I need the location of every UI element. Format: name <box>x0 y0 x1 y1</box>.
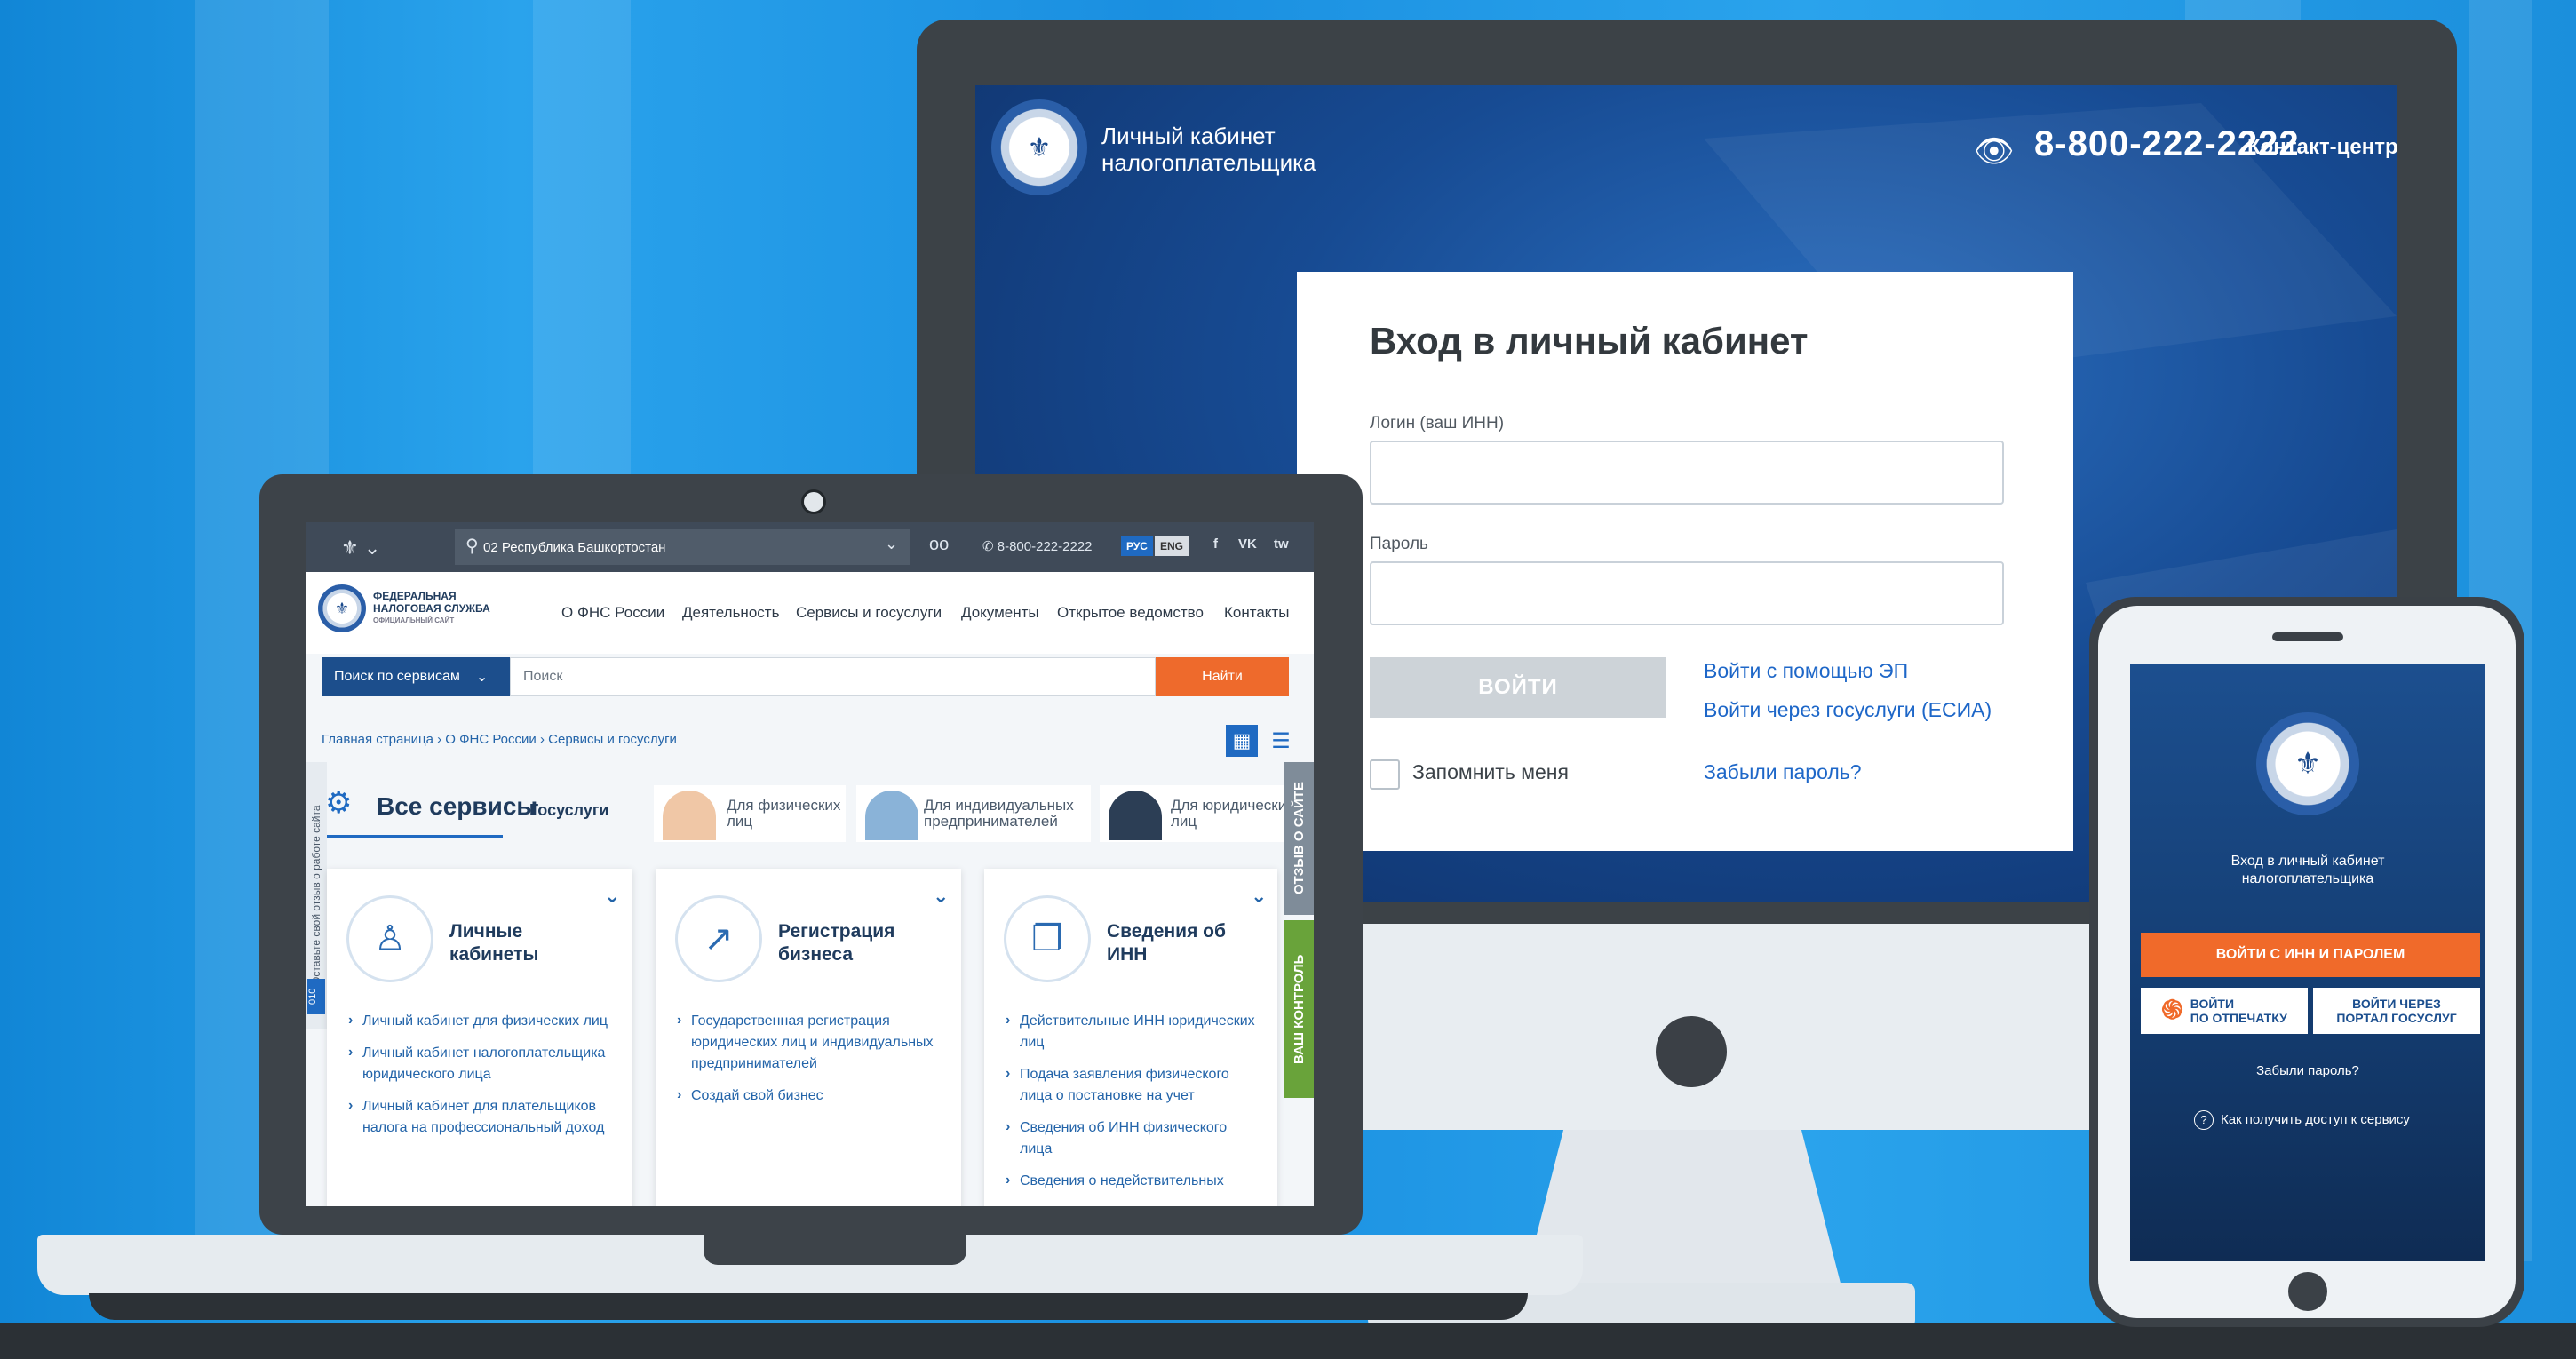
nav-contacts[interactable]: Контакты <box>1224 604 1289 622</box>
card-title: Личные кабинеты <box>449 921 539 965</box>
help-icon: ? <box>2194 1110 2214 1130</box>
fns-emblem-icon[interactable]: ⚜ <box>991 99 1087 195</box>
category-individuals[interactable]: Для физических лиц <box>654 785 846 842</box>
site-feedback-tab[interactable]: ОТЗЫВ О САЙТЕ <box>1284 762 1314 915</box>
monitor-button <box>1656 1016 1727 1087</box>
site-title[interactable]: Личный кабинет налогоплательщика <box>1101 123 1386 176</box>
category-entrepreneurs[interactable]: Для индивидуальных предпринимателей <box>856 785 1091 842</box>
card-links: Действительные ИНН юридических лиц Подач… <box>1004 1010 1261 1203</box>
phone-help-link[interactable]: ? Как получить доступ к сервису <box>2194 1110 2478 1130</box>
card-links: Личный кабинет для физических лиц Личный… <box>346 1010 613 1149</box>
remember-checkbox[interactable] <box>1370 759 1400 790</box>
phone-forgot-link[interactable]: Забыли пароль? <box>2141 1062 2475 1080</box>
region-select[interactable]: 02 Республика Башкортостан <box>455 529 910 565</box>
vk-icon[interactable]: VK <box>1238 536 1257 552</box>
documents-icon: ❐ <box>1004 895 1091 982</box>
glasses-icon[interactable]: oo <box>929 535 949 555</box>
password-input[interactable] <box>1370 561 2004 625</box>
login-title: Вход в личный кабинет <box>1370 320 1809 362</box>
grid-view-icon[interactable]: ▦ <box>1226 725 1258 757</box>
login-portal-button[interactable]: ВОЙТИ ЧЕРЕЗ ПОРТАЛ ГОСУСЛУГ <box>2313 988 2480 1034</box>
card-link[interactable]: Сведения об ИНН физического лица <box>1004 1117 1261 1160</box>
card-links: Государственная регистрация юридических … <box>675 1010 942 1117</box>
login-fingerprint-button[interactable]: ֍ ВОЙТИ ПО ОТПЕЧАТКУ <box>2141 988 2308 1034</box>
twitter-icon[interactable]: tw <box>1274 536 1289 552</box>
facebook-icon[interactable]: f <box>1213 536 1218 552</box>
search-scope-select[interactable]: Поиск по сервисам ⌄ <box>322 657 510 696</box>
gear-icon: ⚙ <box>325 786 353 820</box>
remember-label[interactable]: Запомнить меня <box>1412 760 1569 784</box>
eye-icon[interactable]: 👁 <box>1974 133 2015 169</box>
chevron-down-icon[interactable]: ⌄ <box>604 885 620 908</box>
card-link[interactable]: Государственная регистрация юридических … <box>675 1010 942 1075</box>
person-icon: ♙ <box>346 895 433 982</box>
breadcrumb-about[interactable]: О ФНС России <box>445 732 537 747</box>
breadcrumb-services[interactable]: Сервисы и госуслуги <box>548 732 677 747</box>
list-view-icon[interactable]: ☰ <box>1265 725 1297 757</box>
chevron-down-icon[interactable]: ⌄ <box>1251 885 1267 908</box>
phone-caption: Вход в личный кабинет налогоплательщика <box>2230 854 2385 886</box>
fns-logo-icon[interactable]: ⚜ <box>318 584 366 632</box>
login-gosuslugi-link[interactable]: Войти через госуслуги (ЕСИА) <box>1704 698 1992 722</box>
card-link[interactable]: Личный кабинет налогоплательщика юридиче… <box>346 1042 613 1085</box>
nav-open-agency[interactable]: Открытое ведомство <box>1057 604 1204 622</box>
chevron-down-icon: ⌄ <box>475 670 489 685</box>
emblem-icon[interactable]: ⚜ ⌄ <box>341 536 380 560</box>
phone-speaker <box>2272 632 2343 641</box>
card-link[interactable]: Личный кабинет для физических лиц <box>346 1010 613 1032</box>
card-title: Сведения об ИНН <box>1107 921 1226 965</box>
login-label: Логин (ваш ИНН) <box>1370 414 1505 433</box>
search-button[interactable]: Найти <box>1156 657 1289 696</box>
floor <box>0 1323 2576 1359</box>
lang-ru[interactable]: РУС <box>1121 536 1153 556</box>
nav-activity[interactable]: Деятельность <box>682 604 779 622</box>
laptop-foot <box>89 1293 1528 1320</box>
card-link[interactable]: Личный кабинет для плательщиков налога н… <box>346 1095 613 1139</box>
your-control-tab[interactable]: ВАШ КОНТРОЛЬ <box>1284 920 1314 1098</box>
category-legal-entities[interactable]: Для юридических лиц <box>1100 785 1304 842</box>
service-card[interactable]: ♙ Личныекабинеты ⌄ Личный кабинет для фи… <box>327 869 632 1206</box>
forgot-password-link[interactable]: Забыли пароль? <box>1704 760 1862 784</box>
breadcrumb-home[interactable]: Главная страница <box>322 732 433 747</box>
service-card[interactable]: ❐ Сведения обИНН ⌄ Действительные ИНН юр… <box>984 869 1277 1206</box>
card-link[interactable]: Сведения о недействительных <box>1004 1170 1261 1192</box>
fns-emblem-icon: ⚜ <box>2256 712 2359 815</box>
contact-center-link[interactable]: Контакт-центр <box>2247 135 2398 160</box>
people-icon <box>663 791 716 840</box>
password-label: Пароль <box>1370 535 1428 553</box>
laptop-camera <box>801 489 826 514</box>
chevron-down-icon[interactable]: ⌄ <box>933 885 949 908</box>
businessman-icon <box>1109 791 1162 840</box>
fingerprint-icon: ֍ <box>2161 996 2183 1025</box>
phone-home-button[interactable] <box>2288 1272 2327 1311</box>
laptop-screen: ⚜ ⌄ 02 Республика Башкортостан ⚲ ⌄ oo ✆ … <box>306 522 1314 1206</box>
laptop-notch <box>704 1235 966 1265</box>
nav-documents[interactable]: Документы <box>961 604 1039 622</box>
feedback-counter: 010 <box>307 979 325 1014</box>
card-title: Регистрация бизнеса <box>778 921 895 965</box>
login-ep-link[interactable]: Войти с помощью ЭП <box>1704 659 1908 683</box>
gosuslugi-tab[interactable]: Госуслуги <box>529 801 608 820</box>
fns-logo-text[interactable]: ФЕДЕРАЛЬНАЯ НАЛОГОВАЯ СЛУЖБА ОФИЦИАЛЬНЫЙ… <box>373 590 490 627</box>
chevron-down-icon: ⌄ <box>885 535 899 552</box>
card-link[interactable]: Создай свой бизнес <box>675 1085 942 1107</box>
chart-icon: ↗ <box>675 895 762 982</box>
lang-en[interactable]: ENG <box>1155 536 1189 556</box>
card-link[interactable]: Действительные ИНН юридических лиц <box>1004 1010 1261 1053</box>
nav-about[interactable]: О ФНС России <box>561 604 664 622</box>
login-input[interactable] <box>1370 441 2004 505</box>
all-services-tab[interactable]: Все сервисы <box>377 792 537 821</box>
entrepreneur-icon <box>865 791 918 840</box>
search-input[interactable]: Поиск <box>510 657 1156 696</box>
service-card[interactable]: ↗ Регистрациябизнеса ⌄ Государственная р… <box>656 869 961 1206</box>
breadcrumb: Главная страница › О ФНС России › Сервис… <box>322 732 677 747</box>
topbar-phone[interactable]: ✆ 8-800-222-2222 <box>982 538 1093 554</box>
active-tab-underline <box>325 835 503 838</box>
location-pin-icon: ⚲ <box>465 536 479 556</box>
nav-services[interactable]: Сервисы и госуслуги <box>796 604 942 622</box>
submit-button[interactable]: ВОЙТИ <box>1370 657 1666 718</box>
login-inn-button[interactable]: ВОЙТИ С ИНН И ПАРОЛЕМ <box>2141 933 2480 977</box>
card-link[interactable]: Подача заявления физического лица о пост… <box>1004 1063 1261 1107</box>
